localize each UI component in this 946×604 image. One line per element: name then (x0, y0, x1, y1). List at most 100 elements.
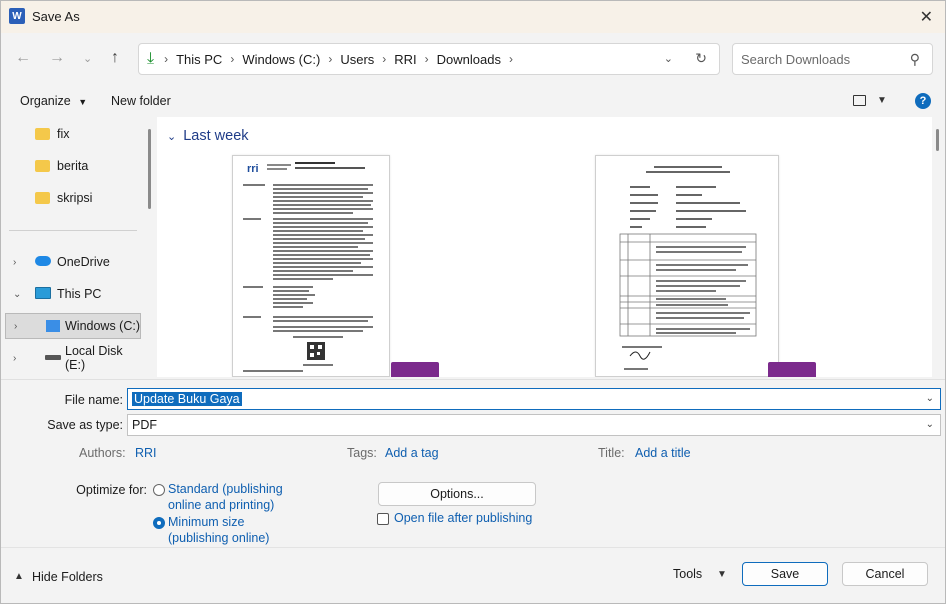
refresh-icon[interactable]: ↻ (695, 50, 707, 67)
save-options-form: File name: Update Buku Gaya ⌄ Save as ty… (1, 379, 945, 547)
document-preview-icon (619, 166, 757, 370)
option-minimum-label[interactable]: Minimum size (publishing online) (168, 514, 269, 546)
open-after-publishing-label[interactable]: Open file after publishing (394, 511, 532, 525)
chevron-down-icon[interactable]: ⌄ (926, 393, 934, 404)
address-bar[interactable]: ⤓ › This PC › Windows (C:) › Users › RRI… (138, 43, 720, 75)
sidebar-item-label: fix (57, 127, 70, 141)
radio-standard[interactable] (153, 484, 165, 496)
save-as-dialog: W Save As ✕ ← → ⌄ ↑ ⤓ › This PC › Window… (0, 0, 946, 604)
chevron-down-icon[interactable]: ⌄ (926, 419, 934, 430)
organize-menu[interactable]: Organize ▼ (20, 94, 87, 108)
pdf-file-icon (768, 362, 816, 377)
chevron-down-icon[interactable]: ▼ (717, 569, 727, 580)
chevron-down-icon: ⌄ (167, 130, 177, 143)
sidebar-item-label: Local Disk (E:) (65, 344, 123, 372)
sidebar-item-windows-c[interactable]: › Windows (C:) (5, 313, 141, 339)
sidebar-item-skripsi[interactable]: skripsi (1, 185, 143, 211)
search-input[interactable]: Search Downloads ⚲ (732, 43, 933, 75)
dialog-footer: ▲ Hide Folders Tools ▼ Save Cancel (1, 547, 945, 603)
option-minimum-line2: (publishing online) (168, 531, 270, 545)
option-standard-line2: online and printing) (168, 498, 275, 512)
folder-icon (35, 192, 50, 204)
sidebar-item-onedrive[interactable]: › OneDrive (1, 249, 143, 275)
sidebar-item-berita[interactable]: berita (1, 153, 143, 179)
file-list-scrollbar[interactable] (936, 129, 939, 151)
address-dropdown-icon[interactable]: ⌄ (664, 52, 673, 65)
option-standard-label[interactable]: Standard (publishing online and printing… (168, 481, 283, 513)
chevron-right-icon[interactable]: › (382, 52, 386, 66)
disk-icon (45, 355, 61, 360)
folder-icon (35, 128, 50, 140)
chevron-right-icon[interactable]: › (230, 52, 234, 66)
sidebar-item-label: Windows (C:) (65, 319, 141, 333)
title-value[interactable]: Add a title (635, 446, 691, 460)
breadcrumb-rri[interactable]: RRI (394, 52, 416, 67)
file-name-label: File name: (64, 393, 123, 407)
breadcrumb-users[interactable]: Users (340, 52, 374, 67)
word-app-icon: W (9, 8, 25, 24)
navigation-bar: ← → ⌄ ↑ ⤓ › This PC › Windows (C:) › Use… (1, 33, 945, 85)
sidebar-item-fix[interactable]: fix (1, 121, 143, 147)
svg-text:rri: rri (247, 163, 259, 175)
optimize-for-label: Optimize for: (76, 483, 147, 497)
chevron-right-icon[interactable]: › (14, 321, 17, 332)
breadcrumb-windows-c[interactable]: Windows (C:) (242, 52, 320, 67)
command-bar: Organize ▼ New folder ▼ ? (1, 85, 945, 117)
hide-folders-button[interactable]: Hide Folders (32, 570, 103, 584)
radio-minimum-size[interactable] (153, 517, 165, 529)
option-standard-line1: Standard (publishing (168, 482, 283, 496)
chevron-right-icon[interactable]: › (328, 52, 332, 66)
help-icon[interactable]: ? (915, 93, 931, 109)
chevron-up-icon[interactable]: ▲ (14, 571, 24, 582)
sidebar-item-label: This PC (57, 287, 102, 301)
window-title: Save As (32, 9, 80, 24)
search-icon[interactable]: ⚲ (910, 51, 920, 68)
file-thumbnail[interactable]: rri (232, 155, 439, 377)
cancel-button[interactable]: Cancel (842, 562, 928, 586)
breadcrumb-this-pc[interactable]: This PC (176, 52, 222, 67)
document-preview-icon: rri (243, 162, 373, 372)
authors-value[interactable]: RRI (135, 446, 157, 460)
forward-arrow-icon[interactable]: → (49, 49, 65, 67)
file-list-pane: ⌄ Last week rri (157, 117, 932, 377)
chevron-right-icon[interactable]: › (164, 52, 168, 66)
navigation-pane: fix berita skripsi › OneDrive ⌄ This PC … (1, 117, 153, 377)
chevron-right-icon[interactable]: › (509, 52, 513, 66)
breadcrumb-downloads[interactable]: Downloads (437, 52, 501, 67)
chevron-right-icon[interactable]: › (13, 257, 16, 268)
pdf-file-icon (391, 362, 439, 377)
file-name-input[interactable]: Update Buku Gaya ⌄ (127, 388, 941, 410)
group-header-last-week[interactable]: ⌄ Last week (167, 128, 249, 144)
chevron-right-icon[interactable]: › (425, 52, 429, 66)
tags-value[interactable]: Add a tag (385, 446, 439, 460)
save-as-type-value: PDF (132, 418, 157, 432)
back-arrow-icon[interactable]: ← (15, 49, 31, 67)
title-label: Title: (598, 446, 625, 460)
sidebar-scrollbar[interactable] (148, 129, 151, 209)
download-icon: ⤓ (147, 50, 155, 67)
save-as-type-label: Save as type: (47, 418, 123, 432)
view-layout-icon[interactable] (853, 95, 866, 106)
tools-menu[interactable]: Tools (673, 567, 702, 581)
view-dropdown-icon[interactable]: ▼ (877, 95, 887, 106)
file-thumbnail[interactable] (595, 155, 816, 377)
open-after-publishing-checkbox[interactable] (377, 513, 389, 525)
recent-locations-chevron-icon[interactable]: ⌄ (83, 52, 92, 65)
up-arrow-icon[interactable]: ↑ (111, 49, 119, 67)
organize-label: Organize (20, 94, 71, 108)
save-as-type-select[interactable]: PDF ⌄ (127, 414, 941, 436)
sidebar-item-local-disk-e[interactable]: › Local Disk (E:) (1, 344, 143, 372)
options-button[interactable]: Options... (378, 482, 536, 506)
option-minimum-line1: Minimum size (168, 515, 245, 529)
title-bar: W Save As ✕ (1, 1, 945, 33)
save-button[interactable]: Save (742, 562, 828, 586)
close-icon[interactable]: ✕ (920, 7, 933, 27)
chevron-down-icon[interactable]: ⌄ (13, 289, 21, 300)
sidebar-item-label: OneDrive (57, 255, 110, 269)
chevron-down-icon: ▼ (78, 97, 88, 107)
new-folder-button[interactable]: New folder (111, 94, 171, 108)
group-header-label: Last week (183, 128, 249, 144)
sidebar-item-this-pc[interactable]: ⌄ This PC (1, 281, 143, 307)
search-placeholder: Search Downloads (741, 51, 851, 67)
chevron-right-icon[interactable]: › (13, 353, 16, 364)
